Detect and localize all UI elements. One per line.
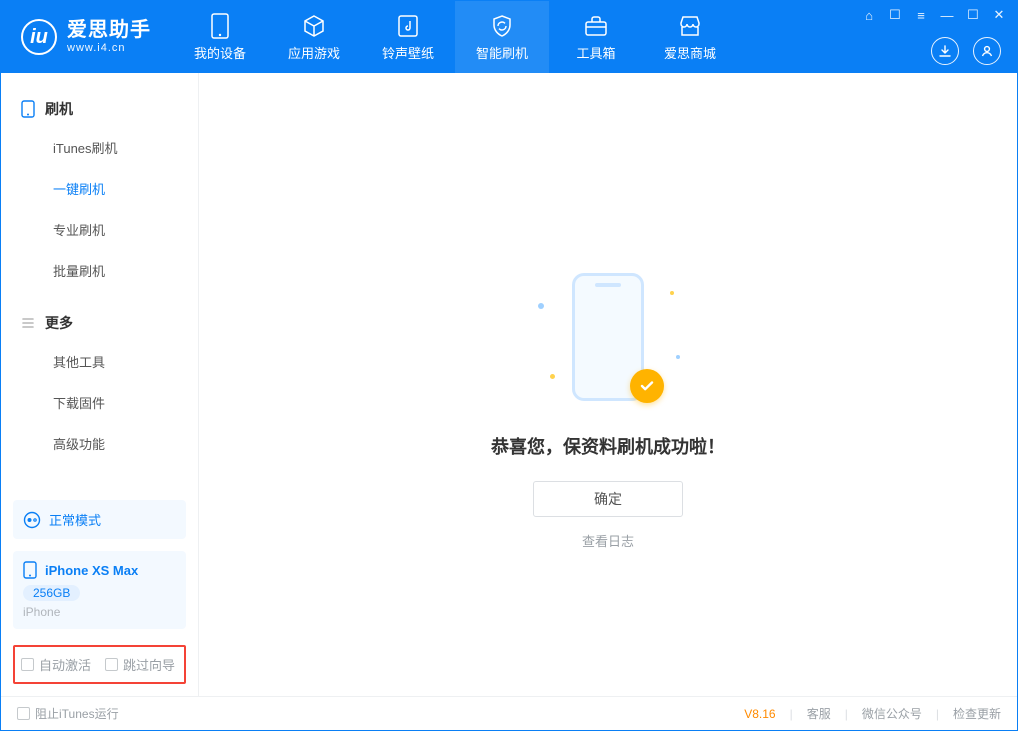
checkbox-label: 阻止iTunes运行 (35, 705, 119, 722)
app-logo: iu 爱思助手 www.i4.cn (1, 1, 173, 73)
main-tabs: 我的设备 应用游戏 铃声壁纸 智能刷机 (173, 1, 737, 73)
tab-label: 铃声壁纸 (382, 43, 434, 62)
version-label: V8.16 (744, 707, 775, 721)
logo-icon: iu (21, 19, 57, 55)
success-message: 恭喜您，保资料刷机成功啦！ (491, 433, 725, 459)
download-button[interactable] (931, 37, 959, 65)
device-icon (207, 13, 233, 39)
check-update-link[interactable]: 检查更新 (953, 705, 1001, 722)
mode-icon (23, 511, 41, 529)
tab-media[interactable]: 铃声壁纸 (361, 1, 455, 73)
tab-apps[interactable]: 应用游戏 (267, 1, 361, 73)
maximize-button[interactable]: ☐ (965, 7, 981, 23)
group-flash: 刷机 (1, 91, 198, 127)
separator: | (845, 707, 848, 721)
app-url: www.i4.cn (67, 42, 151, 55)
list-icon (21, 316, 35, 330)
menu-icon[interactable]: ≡ (913, 8, 929, 23)
nav-download-firmware[interactable]: 下载固件 (1, 382, 198, 423)
footer-right: V8.16 | 客服 | 微信公众号 | 检查更新 (744, 705, 1001, 722)
tab-label: 工具箱 (576, 43, 615, 62)
options-row: 自动激活 跳过向导 (13, 645, 186, 684)
footer: 阻止iTunes运行 V8.16 | 客服 | 微信公众号 | 检查更新 (1, 696, 1017, 730)
checkbox-box (17, 707, 30, 720)
nav-pro-flash[interactable]: 专业刷机 (1, 209, 198, 250)
nav-oneclick-flash[interactable]: 一键刷机 (1, 168, 198, 209)
tab-smart-flash[interactable]: 智能刷机 (455, 1, 549, 73)
tab-store[interactable]: 爱思商城 (643, 1, 737, 73)
nav-itunes-flash[interactable]: iTunes刷机 (1, 127, 198, 168)
header-actions (931, 37, 1001, 65)
music-note-icon (395, 13, 421, 39)
shirt-icon[interactable]: ⌂ (861, 8, 877, 23)
checkbox-box (21, 658, 34, 671)
device-box[interactable]: iPhone XS Max 256GB iPhone (13, 551, 186, 629)
wechat-link[interactable]: 微信公众号 (862, 705, 922, 722)
window-controls: ⌂ ☐ ≡ — ☐ ✕ (861, 7, 1007, 23)
checkbox-block-itunes[interactable]: 阻止iTunes运行 (17, 705, 119, 722)
separator: | (790, 707, 793, 721)
tab-label: 应用游戏 (288, 43, 340, 62)
view-log-link[interactable]: 查看日志 (582, 531, 634, 550)
shield-sync-icon (489, 13, 515, 39)
separator: | (936, 707, 939, 721)
checkbox-box (105, 658, 118, 671)
checkbox-label: 跳过向导 (123, 655, 175, 674)
checkbox-label: 自动激活 (39, 655, 91, 674)
tab-label: 爱思商城 (664, 43, 716, 62)
body: 刷机 iTunes刷机 一键刷机 专业刷机 批量刷机 更多 其他工具 下载固件 … (1, 73, 1017, 696)
sparkle-icon (550, 374, 555, 379)
group-label: 更多 (45, 313, 73, 333)
sidebar-nav: 刷机 iTunes刷机 一键刷机 专业刷机 批量刷机 更多 其他工具 下载固件 … (1, 73, 198, 464)
mode-box[interactable]: 正常模式 (13, 500, 186, 539)
sparkle-icon (670, 291, 674, 295)
main-content: 恭喜您，保资料刷机成功啦！ 确定 查看日志 (199, 73, 1017, 696)
feedback-icon[interactable]: ☐ (887, 7, 903, 23)
nav-other-tools[interactable]: 其他工具 (1, 341, 198, 382)
tab-toolbox[interactable]: 工具箱 (549, 1, 643, 73)
minimize-button[interactable]: — (939, 8, 955, 23)
device-type: iPhone (23, 605, 176, 619)
mode-label: 正常模式 (49, 510, 101, 529)
device-capacity: 256GB (23, 585, 80, 601)
check-badge-icon (630, 369, 664, 403)
tab-label: 智能刷机 (476, 43, 528, 62)
download-icon (938, 44, 952, 58)
tab-label: 我的设备 (194, 43, 246, 62)
app-window: iu 爱思助手 www.i4.cn 我的设备 应用游戏 (0, 0, 1018, 731)
device-name: iPhone XS Max (45, 563, 138, 578)
sparkle-icon (676, 355, 680, 359)
store-icon (677, 13, 703, 39)
phone-icon (23, 561, 37, 579)
nav-batch-flash[interactable]: 批量刷机 (1, 250, 198, 291)
ok-button[interactable]: 确定 (533, 481, 683, 517)
sparkle-icon (538, 303, 544, 309)
support-link[interactable]: 客服 (807, 705, 831, 722)
logo-text: 爱思助手 www.i4.cn (67, 19, 151, 55)
checkbox-auto-activate[interactable]: 自动激活 (21, 655, 91, 674)
toolbox-icon (583, 13, 609, 39)
group-label: 刷机 (45, 99, 73, 119)
sidebar: 刷机 iTunes刷机 一键刷机 专业刷机 批量刷机 更多 其他工具 下载固件 … (1, 73, 199, 696)
tab-my-device[interactable]: 我的设备 (173, 1, 267, 73)
cube-icon (301, 13, 327, 39)
phone-icon (21, 100, 35, 118)
close-button[interactable]: ✕ (991, 7, 1007, 23)
app-name: 爱思助手 (67, 19, 151, 42)
nav-advanced[interactable]: 高级功能 (1, 423, 198, 464)
group-more: 更多 (1, 305, 198, 341)
user-icon (980, 44, 994, 58)
checkbox-skip-guide[interactable]: 跳过向导 (105, 655, 175, 674)
header: iu 爱思助手 www.i4.cn 我的设备 应用游戏 (1, 1, 1017, 73)
success-illustration (528, 273, 688, 413)
account-button[interactable] (973, 37, 1001, 65)
